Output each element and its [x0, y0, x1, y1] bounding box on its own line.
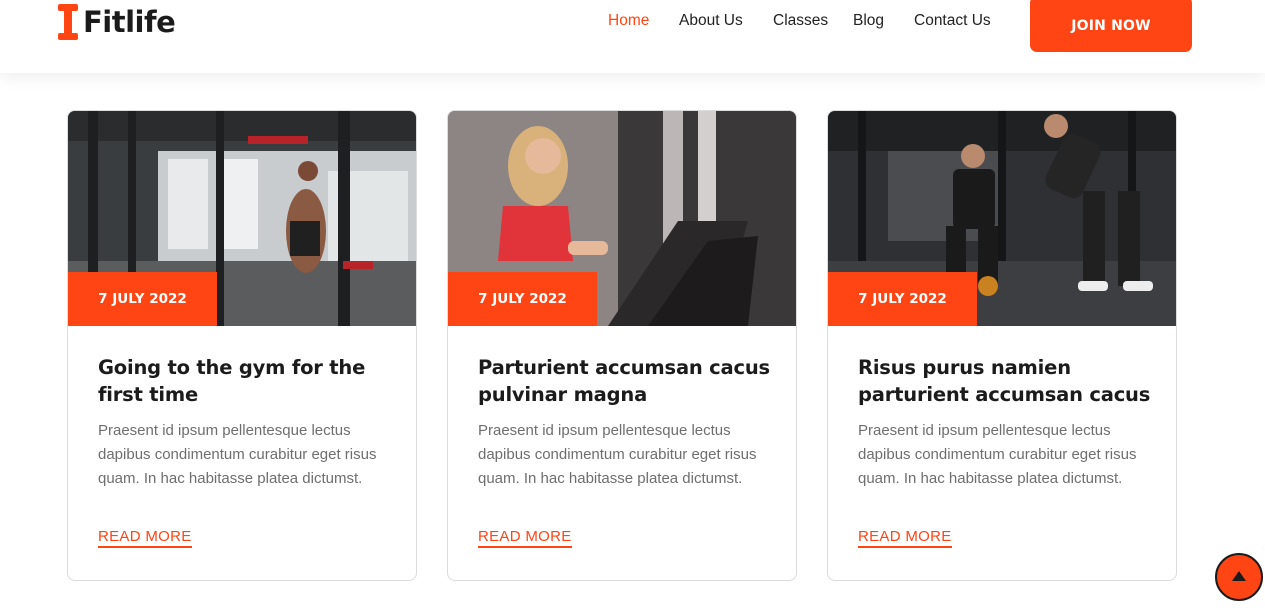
- post-date: 7 JULY 2022: [448, 272, 597, 326]
- post-title[interactable]: Risus purus namien parturient accumsan c…: [858, 354, 1158, 408]
- nav-item-classes[interactable]: Classes: [773, 12, 843, 30]
- post-title[interactable]: Going to the gym for the first time: [98, 354, 398, 408]
- read-more-link[interactable]: READ MORE: [858, 528, 952, 548]
- scroll-to-top-button[interactable]: [1215, 553, 1263, 601]
- blog-card: 7 JULY 2022 Going to the gym for the fir…: [67, 110, 417, 581]
- nav-item-about-us[interactable]: About Us: [679, 12, 759, 30]
- post-title[interactable]: Parturient accumsan cacus pulvinar magna: [478, 354, 778, 408]
- post-image[interactable]: 7 JULY 2022: [448, 111, 796, 326]
- read-more-link[interactable]: READ MORE: [478, 528, 572, 548]
- dumbbell-icon: [56, 3, 80, 41]
- post-date: 7 JULY 2022: [828, 272, 977, 326]
- join-now-button[interactable]: JOIN NOW: [1030, 0, 1192, 52]
- blog-card: 7 JULY 2022 Risus purus namien parturien…: [827, 110, 1177, 581]
- site-header: Fitlife Home About Us Classes Blog Conta…: [0, 0, 1265, 73]
- nav-item-blog[interactable]: Blog: [853, 12, 903, 30]
- post-image[interactable]: 7 JULY 2022: [828, 111, 1176, 326]
- post-image[interactable]: 7 JULY 2022: [68, 111, 416, 326]
- post-excerpt: Praesent id ipsum pellentesque lectus da…: [858, 422, 1137, 487]
- nav-item-home[interactable]: Home: [608, 12, 668, 30]
- nav-item-contact-us[interactable]: Contact Us: [914, 12, 1014, 30]
- read-more-link[interactable]: READ MORE: [98, 528, 192, 548]
- arrow-up-icon: [1231, 570, 1247, 585]
- post-date: 7 JULY 2022: [68, 272, 217, 326]
- logo[interactable]: Fitlife: [56, 2, 176, 42]
- post-excerpt: Praesent id ipsum pellentesque lectus da…: [478, 422, 757, 487]
- post-excerpt: Praesent id ipsum pellentesque lectus da…: [98, 422, 377, 487]
- blog-card: 7 JULY 2022 Parturient accumsan cacus pu…: [447, 110, 797, 581]
- brand-name: Fitlife: [83, 5, 176, 39]
